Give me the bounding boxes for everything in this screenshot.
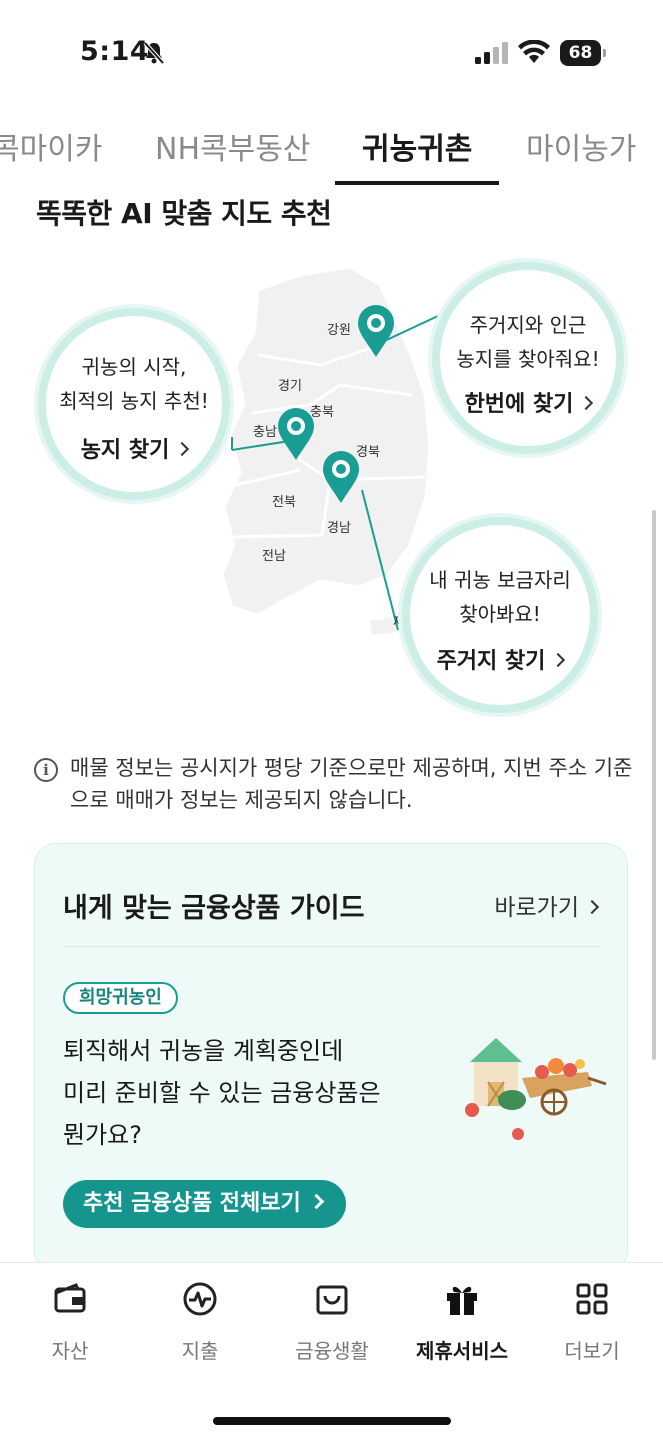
battery-level: 68 xyxy=(560,40,601,66)
nav-item-finance-life[interactable]: 금융생활 xyxy=(266,1277,398,1377)
bubble-line: 농지를 찾아줘요! xyxy=(456,347,600,371)
cellular-signal-icon xyxy=(475,42,508,64)
question-line: 뭔가요? xyxy=(63,1121,142,1149)
wifi-icon xyxy=(518,40,550,63)
chevron-right-icon xyxy=(308,1193,325,1210)
nav-label: 지출 xyxy=(181,1339,219,1363)
nav-item-spending[interactable]: 지출 xyxy=(134,1277,266,1377)
notice-text: 매물 정보는 공시지가 평당 기준으로만 제공하며, 지번 주소 기준으로 매매… xyxy=(70,756,633,812)
nav-label: 제휴서비스 xyxy=(416,1339,508,1363)
chevron-right-icon xyxy=(584,899,600,915)
tab-mycar[interactable]: 콕마이카 xyxy=(0,124,102,168)
question-line: 미리 준비할 수 있는 금융상품은 xyxy=(63,1079,381,1107)
view-all-products-button[interactable]: 추천 금융상품 전체보기 xyxy=(63,1180,346,1228)
scrollbar[interactable] xyxy=(652,510,656,1060)
recommendation-map: 강원 경기 충북 충남 경북 전북 경남 전남 제 귀농의 시작, 최적의 농지… xyxy=(0,245,663,725)
region-label: 강원 xyxy=(327,323,351,338)
gift-icon xyxy=(447,1286,477,1315)
tab-my-farm[interactable]: 마이농가 xyxy=(526,124,636,168)
tab-return-to-farm[interactable]: 귀농귀촌 xyxy=(362,124,472,168)
bubble-line: 최적의 농지 추천! xyxy=(59,389,209,413)
region-label: 충북 xyxy=(310,405,334,420)
finance-guide-card: 내게 맞는 금융상품 가이드 바로가기 희망귀농인 퇴직해서 귀농을 계획중인데… xyxy=(34,843,628,1273)
wallet-icon xyxy=(54,1283,86,1313)
info-icon: i xyxy=(34,758,58,782)
region-label: 충남 xyxy=(253,425,277,440)
bubble-line: 주거지와 인근 xyxy=(469,313,587,337)
status-time: 5:14 xyxy=(80,36,150,67)
battery-icon: 68 xyxy=(560,40,606,66)
farmland-search-link[interactable]: 농지 찾기 xyxy=(46,432,222,464)
bubble-line: 내 귀농 보금자리 xyxy=(429,568,571,592)
region-label: 경기 xyxy=(278,379,302,394)
residence-search-link[interactable]: 주거지 찾기 xyxy=(410,643,590,675)
chevron-right-icon xyxy=(551,652,566,668)
pulse-icon xyxy=(183,1282,217,1316)
onestop-search-bubble[interactable]: 주거지와 인근 농지를 찾아줘요! 한번에 찾기 xyxy=(432,262,624,454)
bubble-line: 찾아봐요! xyxy=(459,602,541,626)
region-label: 경남 xyxy=(327,521,351,536)
tab-real-estate[interactable]: NH콕부동산 xyxy=(155,124,310,168)
nav-item-partner-services[interactable]: 제휴서비스 xyxy=(396,1277,528,1377)
bottom-navigation: 자산 지출 금융생활 제휴서비스 더보기 xyxy=(0,1262,663,1440)
status-bar: 5:14 68 xyxy=(0,0,663,100)
chevron-right-icon xyxy=(175,441,190,457)
nav-label: 더보기 xyxy=(564,1339,620,1363)
nav-item-more[interactable]: 더보기 xyxy=(526,1277,658,1377)
bell-off-icon xyxy=(143,41,165,65)
bag-icon xyxy=(316,1285,348,1315)
residence-search-bubble[interactable]: 내 귀농 보금자리 찾아봐요! 주거지 찾기 xyxy=(402,517,598,713)
region-label: 전남 xyxy=(262,549,286,564)
region-label: 경북 xyxy=(356,445,380,460)
nav-label: 금융생활 xyxy=(295,1339,369,1363)
guide-question: 퇴직해서 귀농을 계획중인데 미리 준비할 수 있는 금융상품은 뭔가요? xyxy=(63,1030,443,1156)
home-indicator[interactable] xyxy=(213,1417,451,1425)
onestop-search-link[interactable]: 한번에 찾기 xyxy=(440,386,616,418)
question-line: 퇴직해서 귀농을 계획중인데 xyxy=(63,1037,344,1065)
active-tab-indicator xyxy=(335,181,499,185)
guide-title: 내게 맞는 금융상품 가이드 xyxy=(63,893,365,924)
category-tabs: 콕마이카 NH콕부동산 귀농귀촌 마이농가 xyxy=(0,110,663,186)
persona-tag: 희망귀농인 xyxy=(63,982,178,1014)
section-title: 똑똑한 AI 맞춤 지도 추천 xyxy=(36,197,332,230)
nav-item-assets[interactable]: 자산 xyxy=(4,1277,136,1377)
divider xyxy=(63,946,601,947)
guide-shortcut-link[interactable]: 바로가기 xyxy=(494,888,600,922)
region-label: 전북 xyxy=(272,495,296,510)
grid-icon xyxy=(576,1283,608,1315)
nav-label: 자산 xyxy=(51,1339,89,1363)
barn-cart-illustration xyxy=(465,1038,607,1140)
chevron-right-icon xyxy=(579,395,594,411)
farmland-search-bubble[interactable]: 귀농의 시작, 최적의 농지 추천! 농지 찾기 xyxy=(38,308,230,500)
bubble-line: 귀농의 시작, xyxy=(81,355,187,379)
